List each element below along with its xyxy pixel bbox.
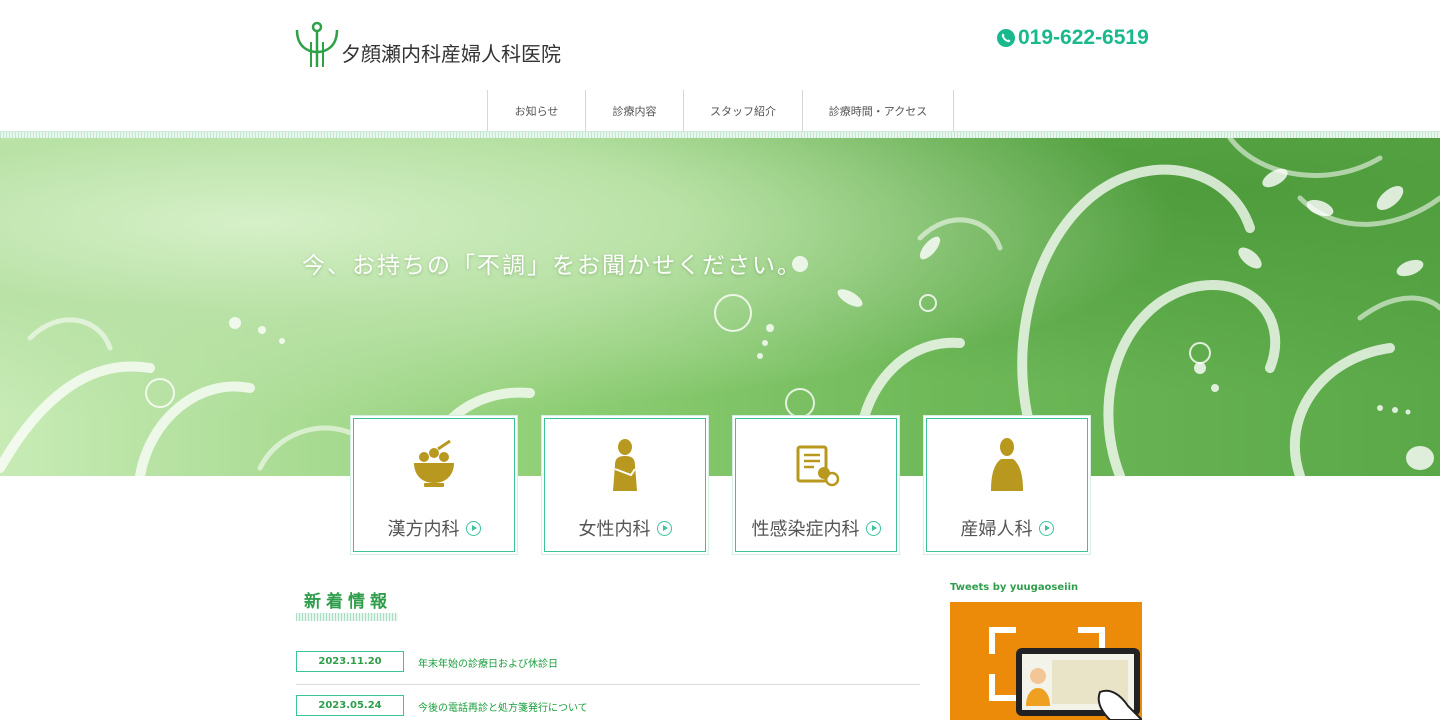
news-date: 2023.05.24 [296, 695, 404, 716]
news-date: 2023.11.20 [296, 651, 404, 672]
news-item: 2023.05.24 今後の電話再診と処方箋発行について [296, 695, 920, 720]
service-label-text: 性感染症内科 [751, 519, 860, 540]
nav-item-news[interactable]: お知らせ [488, 90, 586, 131]
nav-item-staff[interactable]: スタッフ紹介 [684, 90, 803, 131]
news-title-link[interactable]: 年末年始の診療日および休診日 [418, 655, 558, 670]
service-card-std[interactable]: 性感染症内科 [735, 418, 897, 552]
nav-item-services[interactable]: 診療内容 [586, 90, 684, 131]
service-label: 女性内科 [545, 515, 705, 541]
service-label-text: 女性内科 [578, 519, 651, 540]
service-card-obgyn[interactable]: 産婦人科 [926, 418, 1088, 552]
arrow-right-icon [656, 521, 672, 536]
news-title-link[interactable]: 今後の電話再診と処方箋発行について [418, 699, 588, 714]
clinic-logo[interactable]: 夕顔瀬内科産婦人科医院 [295, 20, 561, 68]
clinic-name: 夕顔瀬内科産婦人科医院 [341, 42, 561, 66]
service-card-womens-internal[interactable]: 女性内科 [544, 418, 706, 552]
phone-text: 019-622-6519 [1018, 26, 1149, 49]
woman-silhouette-icon [991, 438, 1023, 491]
flower-logo-icon [295, 21, 339, 67]
service-label-text: 漢方内科 [387, 519, 460, 540]
arrow-right-icon [465, 521, 481, 536]
service-label: 産婦人科 [927, 515, 1087, 541]
header: 夕顔瀬内科産婦人科医院 019-622-6519 [0, 0, 1440, 90]
twitter-media-image[interactable] [950, 602, 1142, 720]
header-stripe [0, 131, 1440, 138]
herb-mortar-icon [414, 439, 454, 487]
news-item: 2023.11.20 年末年始の診療日および休診日 [296, 651, 920, 685]
service-label: 漢方内科 [354, 515, 514, 541]
arrow-right-icon [1038, 521, 1054, 536]
phone-number[interactable]: 019-622-6519 [997, 26, 1149, 50]
document-pills-icon [796, 445, 840, 487]
service-label-text: 産婦人科 [960, 519, 1033, 540]
news-heading: 新着情報 [304, 592, 392, 612]
phone-icon [997, 29, 1015, 47]
news-heading-underline [296, 613, 398, 621]
service-card-kampo[interactable]: 漢方内科 [353, 418, 515, 552]
woman-icon [613, 439, 637, 491]
service-label: 性感染症内科 [736, 515, 896, 541]
arrow-right-icon [865, 521, 881, 536]
twitter-feed-title[interactable]: Tweets by yuugaoseiin [950, 582, 1078, 593]
hero-banner: 今、お持ちの「不調」をお聞かせください。 [0, 138, 1440, 476]
hero-tagline: 今、お持ちの「不調」をお聞かせください。 [302, 253, 802, 279]
main-nav: お知らせ 診療内容 スタッフ紹介 診療時間・アクセス [487, 90, 954, 131]
floral-ornament [0, 138, 1440, 476]
scan-tablet-illustration [989, 627, 1142, 720]
nav-item-hours-access[interactable]: 診療時間・アクセス [803, 90, 954, 131]
